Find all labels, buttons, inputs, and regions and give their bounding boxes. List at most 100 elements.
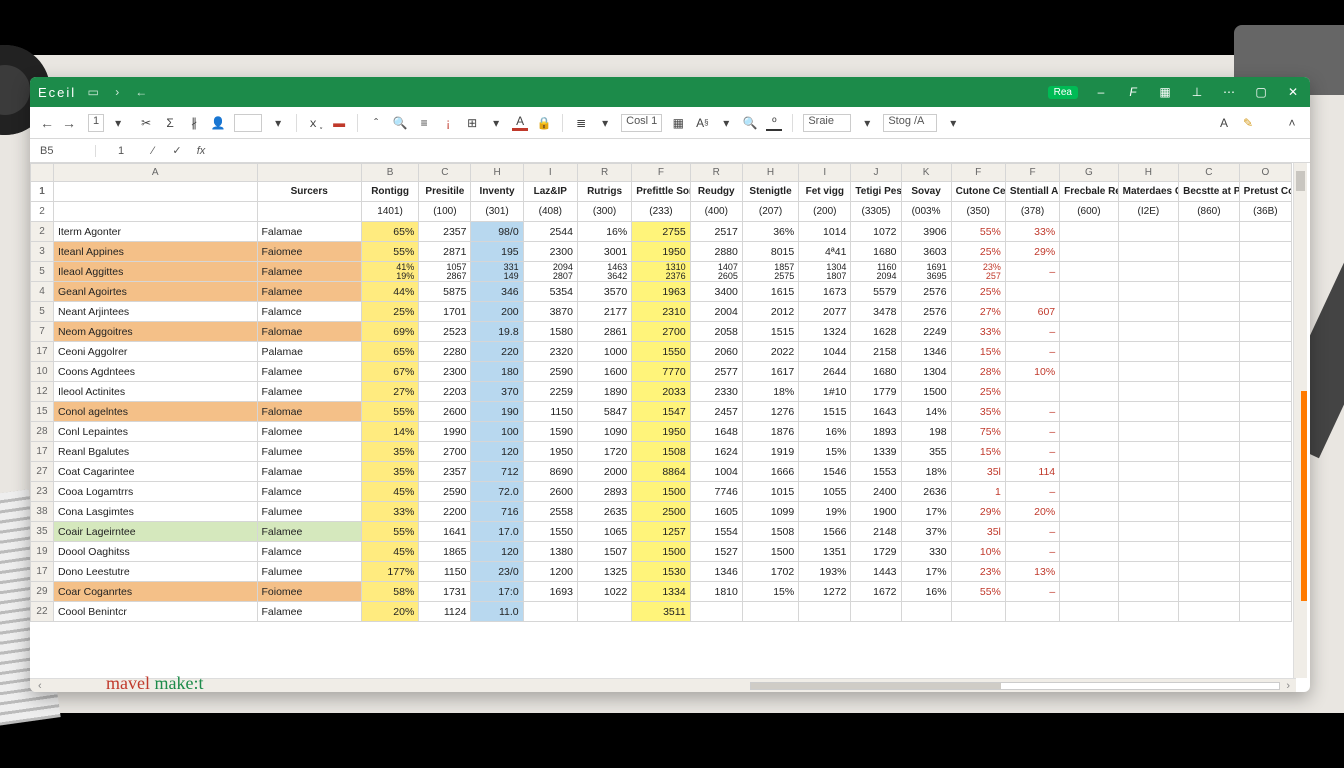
cell[interactable] bbox=[1118, 582, 1179, 602]
cell[interactable]: 1729 bbox=[851, 542, 901, 562]
cell[interactable]: 2310 bbox=[632, 302, 690, 322]
row-header[interactable]: 38 bbox=[31, 502, 54, 522]
cell[interactable]: 69% bbox=[361, 322, 418, 342]
cell[interactable] bbox=[1118, 522, 1179, 542]
cell[interactable]: 55% bbox=[361, 242, 418, 262]
cell[interactable] bbox=[1179, 362, 1240, 382]
cell[interactable]: 1022 bbox=[577, 582, 631, 602]
cell[interactable]: 55% bbox=[361, 402, 418, 422]
table-row[interactable]: 27Coat CagarinteeFalamae35%2357712869020… bbox=[31, 462, 1292, 482]
cell[interactable] bbox=[1060, 482, 1118, 502]
column-header[interactable]: R bbox=[690, 164, 742, 182]
row-header[interactable]: 5 bbox=[31, 262, 54, 282]
cell[interactable] bbox=[1179, 442, 1240, 462]
cell[interactable]: 33% bbox=[361, 502, 418, 522]
cell[interactable]: 23/0 bbox=[471, 562, 523, 582]
cell[interactable]: 1#10 bbox=[799, 382, 851, 402]
cell[interactable]: 11602094 bbox=[851, 262, 901, 282]
person-icon[interactable]: 👤 bbox=[210, 115, 226, 131]
cell[interactable] bbox=[1179, 422, 1240, 442]
cell[interactable]: 25% bbox=[951, 382, 1005, 402]
cell[interactable]: Cooa Logamtrrs bbox=[53, 482, 257, 502]
header-cell[interactable]: Stenigtle bbox=[742, 182, 798, 202]
cell[interactable]: 1380 bbox=[523, 542, 577, 562]
cell[interactable] bbox=[1060, 522, 1118, 542]
cell[interactable]: 2576 bbox=[901, 282, 951, 302]
header-cell[interactable]: (860) bbox=[1179, 202, 1240, 222]
cell[interactable]: 1304 bbox=[901, 362, 951, 382]
cell[interactable]: 1566 bbox=[799, 522, 851, 542]
font-color-icon[interactable]: A bbox=[512, 115, 528, 131]
header-cell[interactable]: Stentiall Alcsert bbox=[1005, 182, 1059, 202]
row-header[interactable]: 4 bbox=[31, 282, 54, 302]
cell[interactable]: 3478 bbox=[851, 302, 901, 322]
cell[interactable]: 1000 bbox=[577, 342, 631, 362]
cell[interactable] bbox=[1060, 582, 1118, 602]
cell[interactable]: 1443 bbox=[851, 562, 901, 582]
cell[interactable]: Coar Coganrtes bbox=[53, 582, 257, 602]
cell[interactable]: 17:0 bbox=[471, 582, 523, 602]
cell[interactable]: 1553 bbox=[851, 462, 901, 482]
cell[interactable]: 35% bbox=[361, 442, 418, 462]
cell[interactable]: Iterm Agonter bbox=[53, 222, 257, 242]
cell[interactable]: 44% bbox=[361, 282, 418, 302]
cell[interactable] bbox=[1239, 462, 1291, 482]
row-header[interactable]: 22 bbox=[31, 602, 54, 622]
cell[interactable] bbox=[1239, 522, 1291, 542]
cell[interactable]: 25% bbox=[951, 242, 1005, 262]
column-header[interactable] bbox=[31, 164, 54, 182]
column-header[interactable]: R bbox=[577, 164, 631, 182]
row-header[interactable]: 27 bbox=[31, 462, 54, 482]
cell[interactable]: Falomee bbox=[257, 422, 361, 442]
cell[interactable]: Faiomee bbox=[257, 242, 361, 262]
scale-combo[interactable]: Sraie bbox=[803, 114, 851, 132]
table-row[interactable]: 4Geanl AgoirtesFalamee44%587534653543570… bbox=[31, 282, 1292, 302]
cell[interactable] bbox=[1118, 442, 1179, 462]
cell[interactable]: 2880 bbox=[690, 242, 742, 262]
cell[interactable]: 1666 bbox=[742, 462, 798, 482]
cell[interactable]: 370 bbox=[471, 382, 523, 402]
row-header[interactable]: 2 bbox=[31, 202, 54, 222]
cell[interactable]: Falamee bbox=[257, 522, 361, 542]
cell[interactable]: 10572867 bbox=[419, 262, 471, 282]
table-row[interactable]: 10Coons AgdnteesFalamee67%23001802590160… bbox=[31, 362, 1292, 382]
cell[interactable]: 1004 bbox=[690, 462, 742, 482]
cell[interactable] bbox=[901, 602, 951, 622]
cell[interactable]: – bbox=[1005, 542, 1059, 562]
cell[interactable]: 1643 bbox=[851, 402, 901, 422]
cell[interactable]: Falumee bbox=[257, 562, 361, 582]
cell[interactable]: 27% bbox=[951, 302, 1005, 322]
cell[interactable]: 23%257 bbox=[951, 262, 1005, 282]
cell[interactable]: 15% bbox=[951, 342, 1005, 362]
cell[interactable]: Dono Leestutre bbox=[53, 562, 257, 582]
cell[interactable]: 1507 bbox=[577, 542, 631, 562]
cell[interactable]: 1950 bbox=[632, 422, 690, 442]
cell[interactable]: 2600 bbox=[523, 482, 577, 502]
header-cell[interactable]: (300) bbox=[577, 202, 631, 222]
cell[interactable]: 20942807 bbox=[523, 262, 577, 282]
cell[interactable]: Geanl Agoirtes bbox=[53, 282, 257, 302]
row-header[interactable]: 29 bbox=[31, 582, 54, 602]
cell[interactable]: 14633642 bbox=[577, 262, 631, 282]
cell[interactable]: Falomae bbox=[257, 402, 361, 422]
cell[interactable] bbox=[1179, 382, 1240, 402]
header-cell[interactable]: (3305) bbox=[851, 202, 901, 222]
zoom2-icon[interactable]: 🔍 bbox=[742, 115, 758, 131]
cell[interactable]: 25% bbox=[951, 282, 1005, 302]
header-cell[interactable]: (301) bbox=[471, 202, 523, 222]
stog-combo[interactable]: Stog /A bbox=[883, 114, 937, 132]
cell[interactable] bbox=[1179, 502, 1240, 522]
cell[interactable] bbox=[1179, 342, 1240, 362]
cell[interactable] bbox=[1239, 342, 1291, 362]
cell[interactable]: 1950 bbox=[523, 442, 577, 462]
nav-next-icon[interactable]: › bbox=[110, 85, 124, 99]
column-header[interactable]: J bbox=[851, 164, 901, 182]
lock-icon[interactable]: 🔒 bbox=[536, 115, 552, 131]
cell[interactable]: 1090 bbox=[577, 422, 631, 442]
header-cell[interactable]: Becstte at Prennient bbox=[1179, 182, 1240, 202]
cell[interactable]: 2330 bbox=[690, 382, 742, 402]
cell[interactable]: 2517 bbox=[690, 222, 742, 242]
cell[interactable]: Coool Benintcr bbox=[53, 602, 257, 622]
cell[interactable]: 177% bbox=[361, 562, 418, 582]
table-row[interactable]: 5Ileaol AggittesFalamee41%19%10572867331… bbox=[31, 262, 1292, 282]
